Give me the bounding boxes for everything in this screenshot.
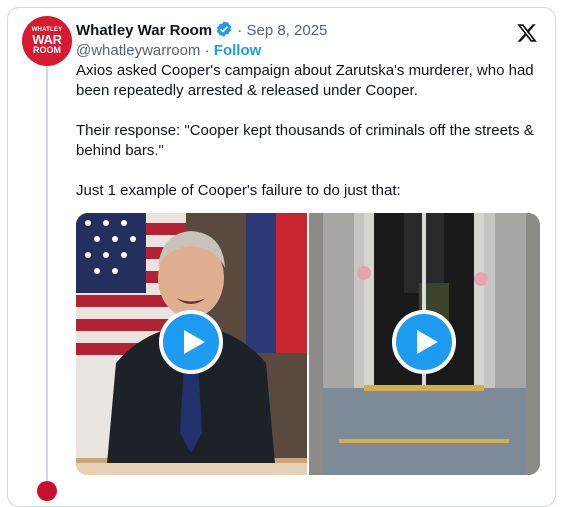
tweet-date[interactable]: Sep 8, 2025: [246, 22, 327, 39]
play-icon: [183, 330, 205, 354]
handle-row: @whatleywarroom · Follow: [76, 41, 261, 61]
avatar[interactable]: WHATLEY WAR ROOM: [22, 16, 72, 66]
tweet-paragraph: Just 1 example of Cooper's failure to do…: [76, 182, 401, 199]
video-thumbnail-train[interactable]: [309, 213, 540, 475]
follow-button[interactable]: Follow: [214, 42, 262, 59]
video-thumbnail-cooper[interactable]: [76, 213, 307, 475]
play-icon: [416, 330, 438, 354]
tweet-text: Axios asked Cooper's campaign about Zaru…: [76, 61, 546, 201]
next-tweet-avatar[interactable]: [37, 481, 57, 501]
author-handle[interactable]: @whatleywarroom: [76, 42, 200, 59]
play-button[interactable]: [159, 310, 223, 374]
author-name[interactable]: Whatley War Room: [76, 22, 212, 39]
separator: ·: [237, 22, 243, 39]
media-grid: [76, 213, 540, 475]
play-button[interactable]: [392, 310, 456, 374]
thread-line: [46, 66, 48, 486]
x-logo-icon[interactable]: [516, 22, 538, 44]
tweet-paragraph: Their response: "Cooper kept thousands o…: [76, 122, 534, 159]
tweet-paragraph: Axios asked Cooper's campaign about Zaru…: [76, 62, 534, 99]
separator: ·: [204, 42, 210, 59]
